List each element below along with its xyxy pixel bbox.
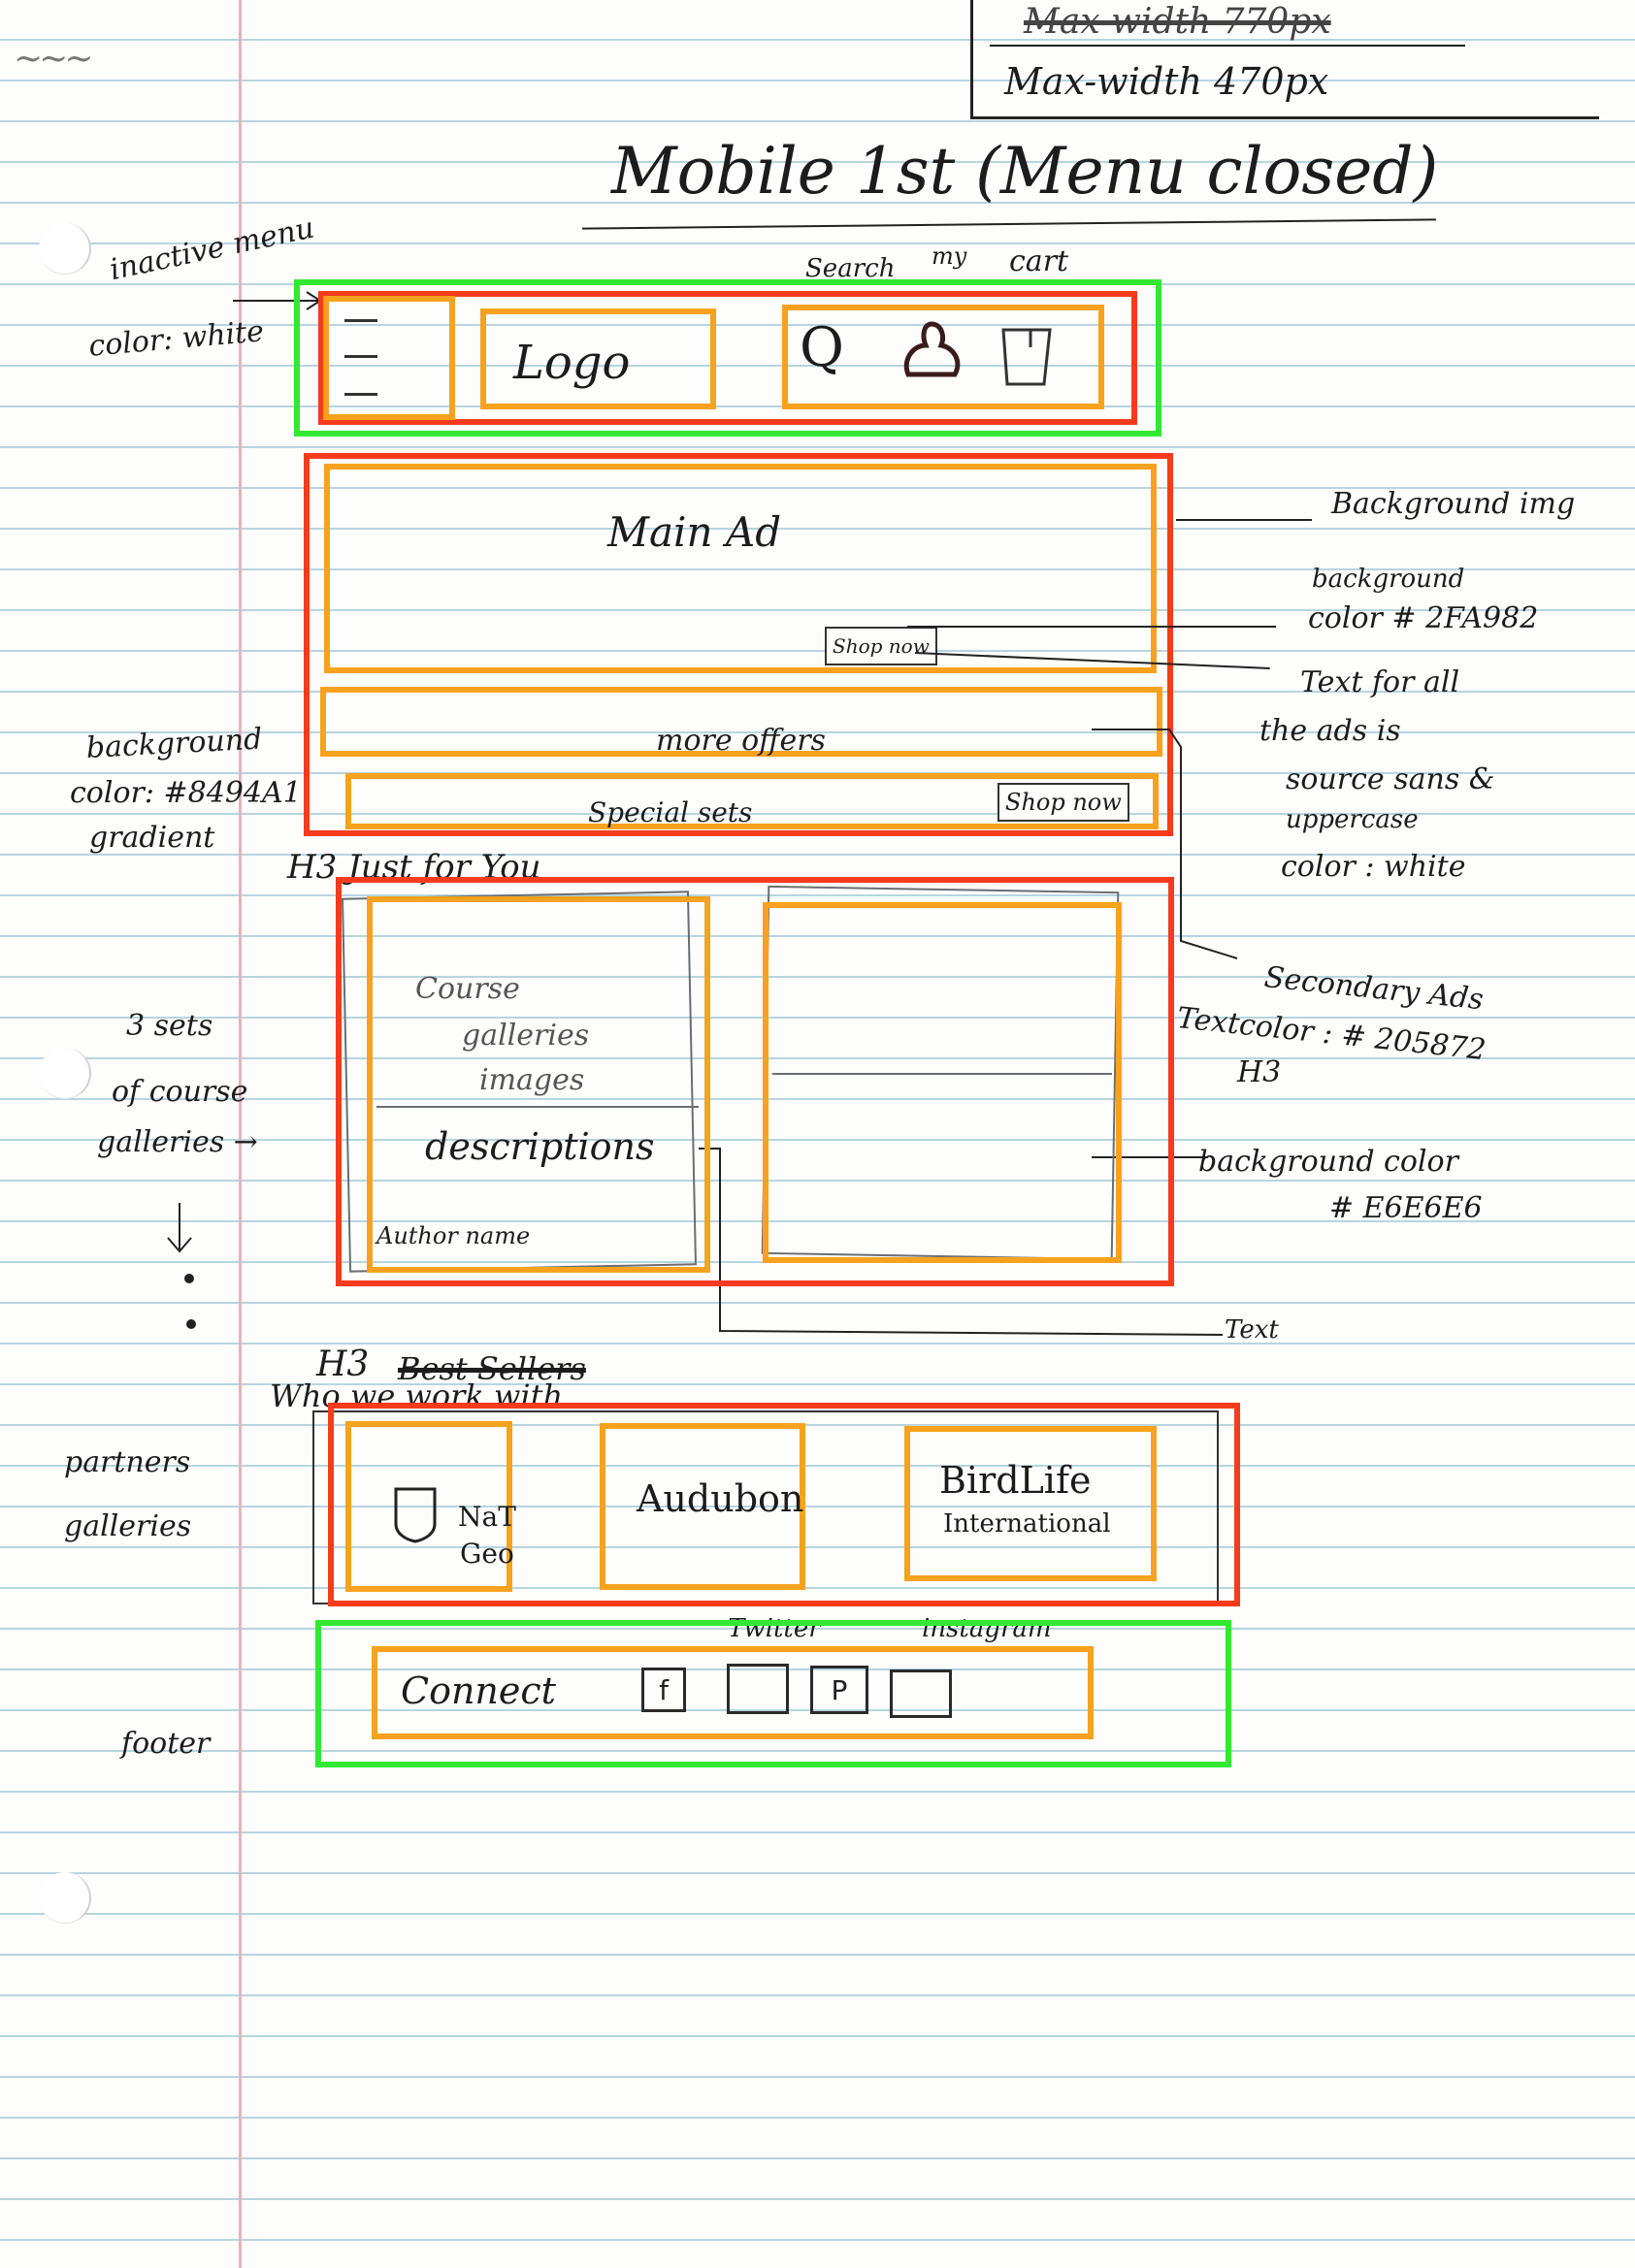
header-actions: Q (782, 305, 1104, 409)
pointer-bg-img (1176, 519, 1312, 521)
note-partners-galleries: galleries (64, 1509, 192, 1543)
gallery-author-text: Author name (376, 1222, 531, 1249)
gallery-course-text: Course (415, 972, 520, 1006)
gallery-images-text: images (479, 1063, 585, 1097)
more-offers-text: more offers (656, 724, 826, 758)
hamburger-icon (344, 311, 383, 408)
page-title: Mobile 1st (Menu closed) (611, 134, 1439, 209)
audubon-text: Audubon (637, 1477, 804, 1520)
partner-audubon[interactable]: Audubon (600, 1423, 805, 1590)
logo-text: Logo (513, 336, 631, 390)
note-background-right: background (1312, 565, 1465, 594)
special-sets-bar[interactable]: Special sets Shop now (345, 773, 1159, 829)
cart-icon[interactable] (992, 320, 1069, 398)
note-secondary-ads: Secondary Ads (1262, 960, 1486, 1018)
note-three-sets: 3 sets (126, 1009, 213, 1043)
facebook-icon[interactable]: f (641, 1668, 686, 1712)
search-icon[interactable]: Q (800, 316, 844, 379)
special-sets-text: Special sets (588, 796, 753, 828)
label-cart: cart (1009, 244, 1069, 278)
note-text-for-all: Text for all (1300, 665, 1460, 699)
note-footer: footer (121, 1727, 211, 1761)
partner-natgeo[interactable]: NaT Geo (345, 1421, 516, 1592)
max-width-struck: Max-width 770px (1024, 2, 1331, 42)
note-color-white-right: color : white (1281, 850, 1466, 884)
note-gradient: gradient (89, 821, 215, 855)
note-bg-gray-hex: # E6E6E6 (1329, 1191, 1483, 1225)
note-color-white: color: white (87, 314, 266, 364)
note-background: background (85, 722, 264, 765)
binder-hole-1 (39, 223, 91, 275)
birdlife-text-2: International (943, 1509, 1111, 1539)
twitter-icon[interactable] (727, 1664, 789, 1714)
birdlife-text-1: BirdLife (939, 1459, 1092, 1502)
logo-box[interactable]: Logo (480, 308, 716, 409)
main-ad-text: Main Ad (607, 508, 782, 556)
menu-button[interactable] (323, 296, 455, 420)
arrow-down-dots (167, 1203, 196, 1329)
note-galleries: galleries → (97, 1125, 258, 1159)
note-the-ads-is: the ads is (1259, 714, 1401, 748)
note-h3-right: H3 (1237, 1055, 1282, 1089)
gallery-galleries-text: galleries (462, 1019, 590, 1053)
note-bg-hex: color: #8494A1 (70, 776, 302, 810)
pinterest-icon[interactable]: P (810, 1666, 868, 1714)
note-text: Text (1225, 1315, 1279, 1345)
note-source-sans: source sans & (1286, 762, 1495, 796)
note-color-hex-right: color # 2FA982 (1308, 601, 1539, 635)
gallery-card-1[interactable]: Course galleries images descriptions Aut… (367, 896, 710, 1273)
gallery-descriptions-text: descriptions (425, 1125, 655, 1168)
note-inactive-menu: inactive menu (107, 211, 317, 288)
natgeo-text-2: Geo (460, 1538, 514, 1570)
note-of-course: of course (112, 1075, 248, 1109)
partner-birdlife[interactable]: BirdLife International (904, 1426, 1157, 1581)
main-ad[interactable]: Main Ad Shop now (324, 464, 1157, 673)
binder-hole-3 (39, 1872, 91, 1924)
account-icon[interactable] (895, 314, 972, 402)
note-partners: partners (64, 1445, 191, 1479)
natgeo-text-1: NaT (458, 1501, 516, 1533)
note-background-img: Background img (1331, 487, 1576, 521)
scribble-mark: ~~~ (14, 39, 93, 79)
gallery-card-2[interactable] (763, 902, 1122, 1263)
shop-now-small-button[interactable]: Shop now (825, 627, 937, 665)
instagram-icon[interactable] (890, 1669, 952, 1718)
shield-icon (394, 1487, 437, 1543)
binder-hole-2 (39, 1048, 91, 1099)
label-my: my (932, 243, 967, 270)
more-offers-bar[interactable]: more offers (320, 687, 1162, 758)
pointer-bg-color (907, 626, 1276, 628)
connect-text: Connect (401, 1669, 556, 1712)
title-underline (582, 218, 1436, 230)
max-width-value: Max-width 470px (1004, 60, 1329, 103)
note-uppercase: uppercase (1286, 805, 1419, 834)
footer-connect: Connect f P (372, 1646, 1094, 1739)
